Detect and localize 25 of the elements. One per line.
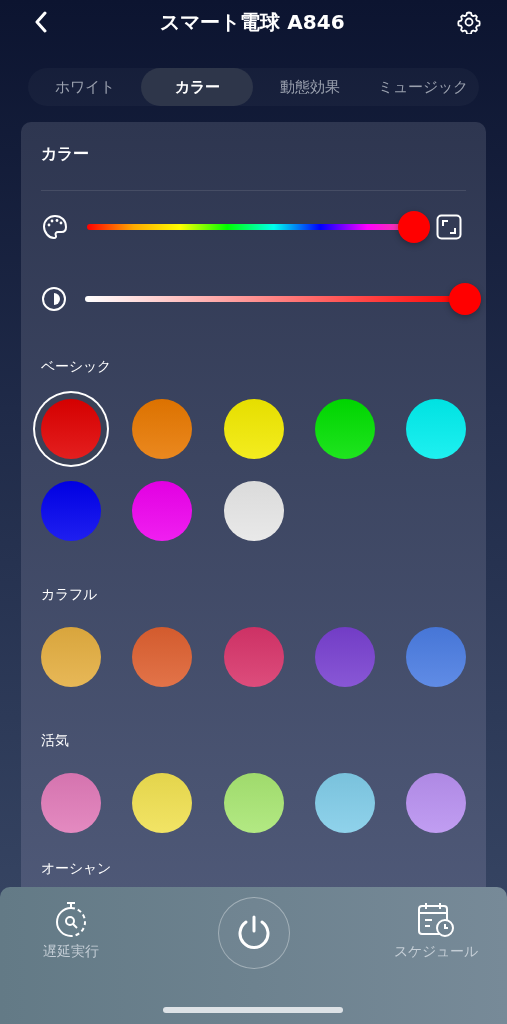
color-swatch[interactable] — [41, 773, 101, 833]
color-swatch[interactable] — [406, 773, 466, 833]
section-title: ベーシック — [41, 357, 112, 376]
palette-icon — [41, 213, 69, 241]
card-title: カラー — [40, 143, 90, 165]
timer-icon[interactable] — [53, 901, 89, 939]
back-icon[interactable] — [34, 11, 48, 33]
color-swatch[interactable] — [406, 627, 466, 687]
calendar-clock-icon[interactable] — [416, 901, 456, 939]
brightness-icon — [41, 286, 67, 312]
settings-icon[interactable] — [457, 10, 481, 34]
color-swatch[interactable] — [41, 627, 101, 687]
color-swatch[interactable] — [406, 399, 466, 459]
section-title: カラフル — [41, 585, 98, 604]
expand-icon[interactable] — [436, 214, 462, 240]
section-title: 活気 — [41, 731, 70, 750]
color-swatch[interactable] — [41, 481, 101, 541]
tab[interactable]: ミュージック — [366, 68, 479, 106]
tab[interactable]: カラー — [141, 68, 253, 106]
tab[interactable]: ホワイト — [28, 68, 141, 106]
tab[interactable]: 動態効果 — [253, 68, 366, 106]
page-title: スマート電球 A846 — [160, 8, 345, 36]
slider-thumb[interactable] — [398, 211, 430, 243]
slider-thumb[interactable] — [449, 283, 481, 315]
section-title: オーシャン — [41, 859, 112, 878]
